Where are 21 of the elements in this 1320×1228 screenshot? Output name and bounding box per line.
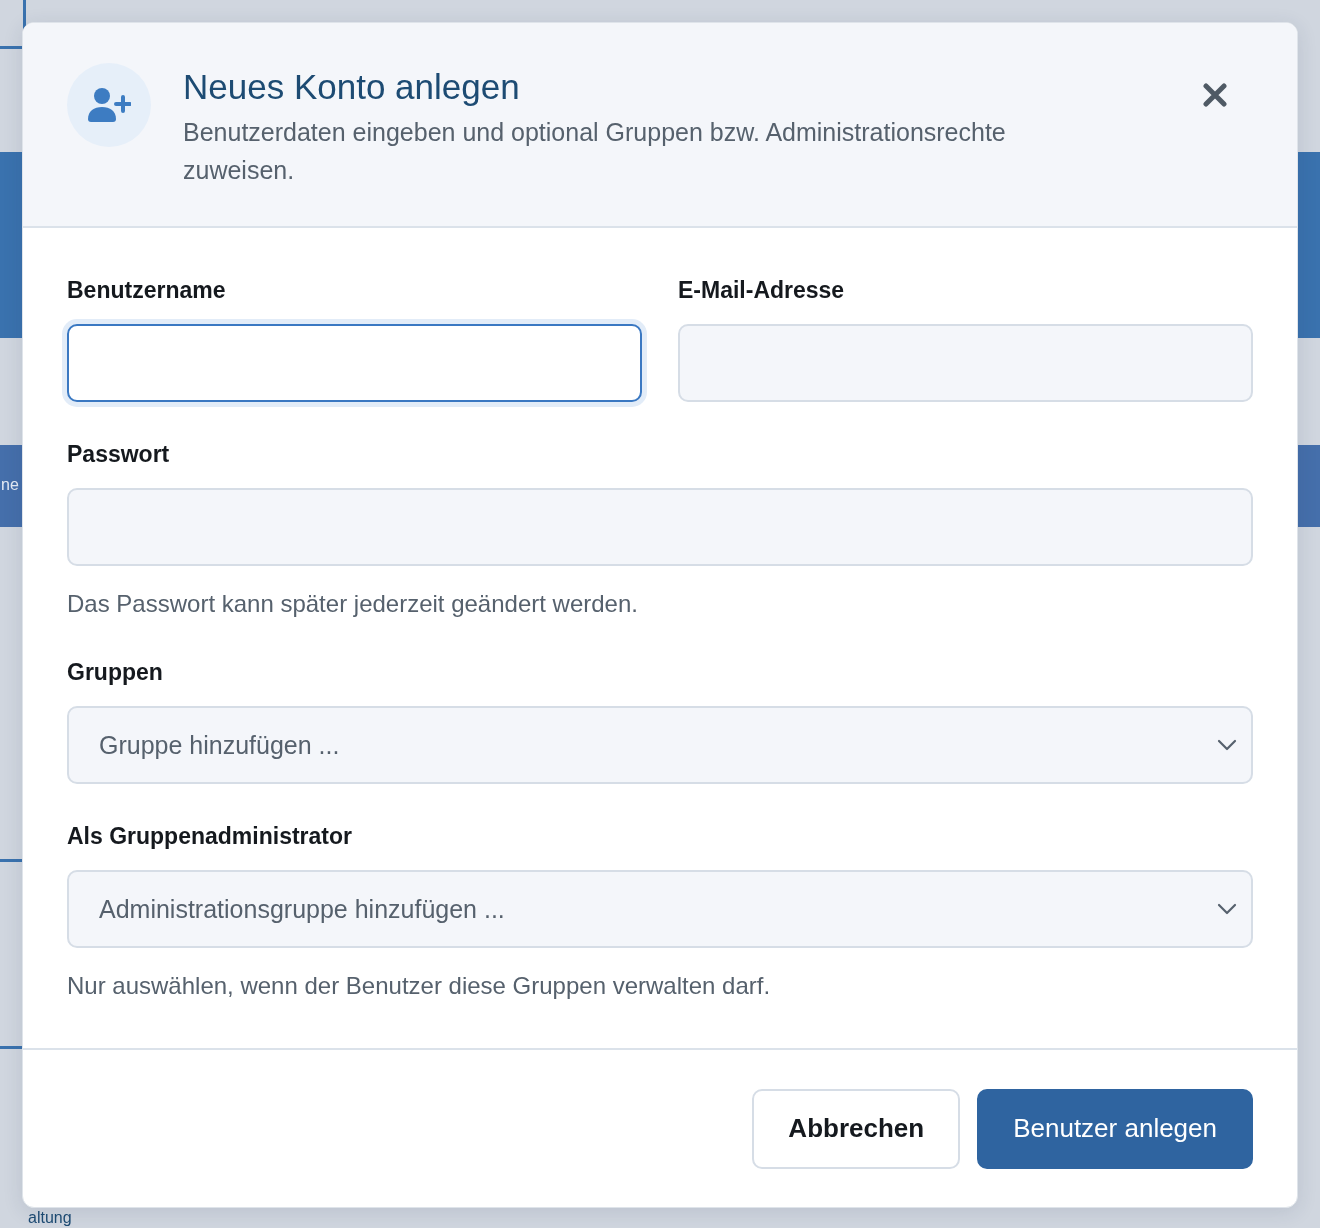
field-label: Passwort xyxy=(67,440,171,469)
cancel-button[interactable]: Abbrechen xyxy=(752,1088,961,1169)
input-field[interactable] xyxy=(67,324,642,402)
field-label: Benutzername xyxy=(67,276,227,305)
create-user-button[interactable]: Benutzer anlegen xyxy=(977,1088,1253,1169)
dialog-subtitle: Benutzerdaten eingeben und optional Gruppen bzw. Administrationsrechte zuweisen. xyxy=(183,117,1007,186)
field-label: E-Mail-Adresse xyxy=(678,276,846,305)
chevron-down-icon xyxy=(1217,903,1237,915)
help-text: Nur auswählen, wenn der Benutzer diese Gruppen verwalten darf. xyxy=(67,971,772,1001)
background-text: ne xyxy=(1,475,19,495)
add-user-icon xyxy=(87,87,131,123)
background-text: altung xyxy=(28,1209,72,1227)
close-icon xyxy=(1203,83,1227,107)
field-label: Gruppen xyxy=(67,658,164,687)
field-label: Als Gruppenadministrator xyxy=(67,822,353,851)
chevron-down-icon xyxy=(1217,739,1237,751)
dropdown-field[interactable]: Gruppe hinzufügen ... xyxy=(67,706,1253,784)
help-text: Das Passwort kann später jederzeit geändert werden. xyxy=(67,589,639,619)
password-field[interactable] xyxy=(67,488,1253,566)
dropdown-field[interactable]: Administrationsgruppe hinzufügen ... xyxy=(67,870,1253,948)
dialog-title: Neues Konto anlegen xyxy=(183,66,521,108)
